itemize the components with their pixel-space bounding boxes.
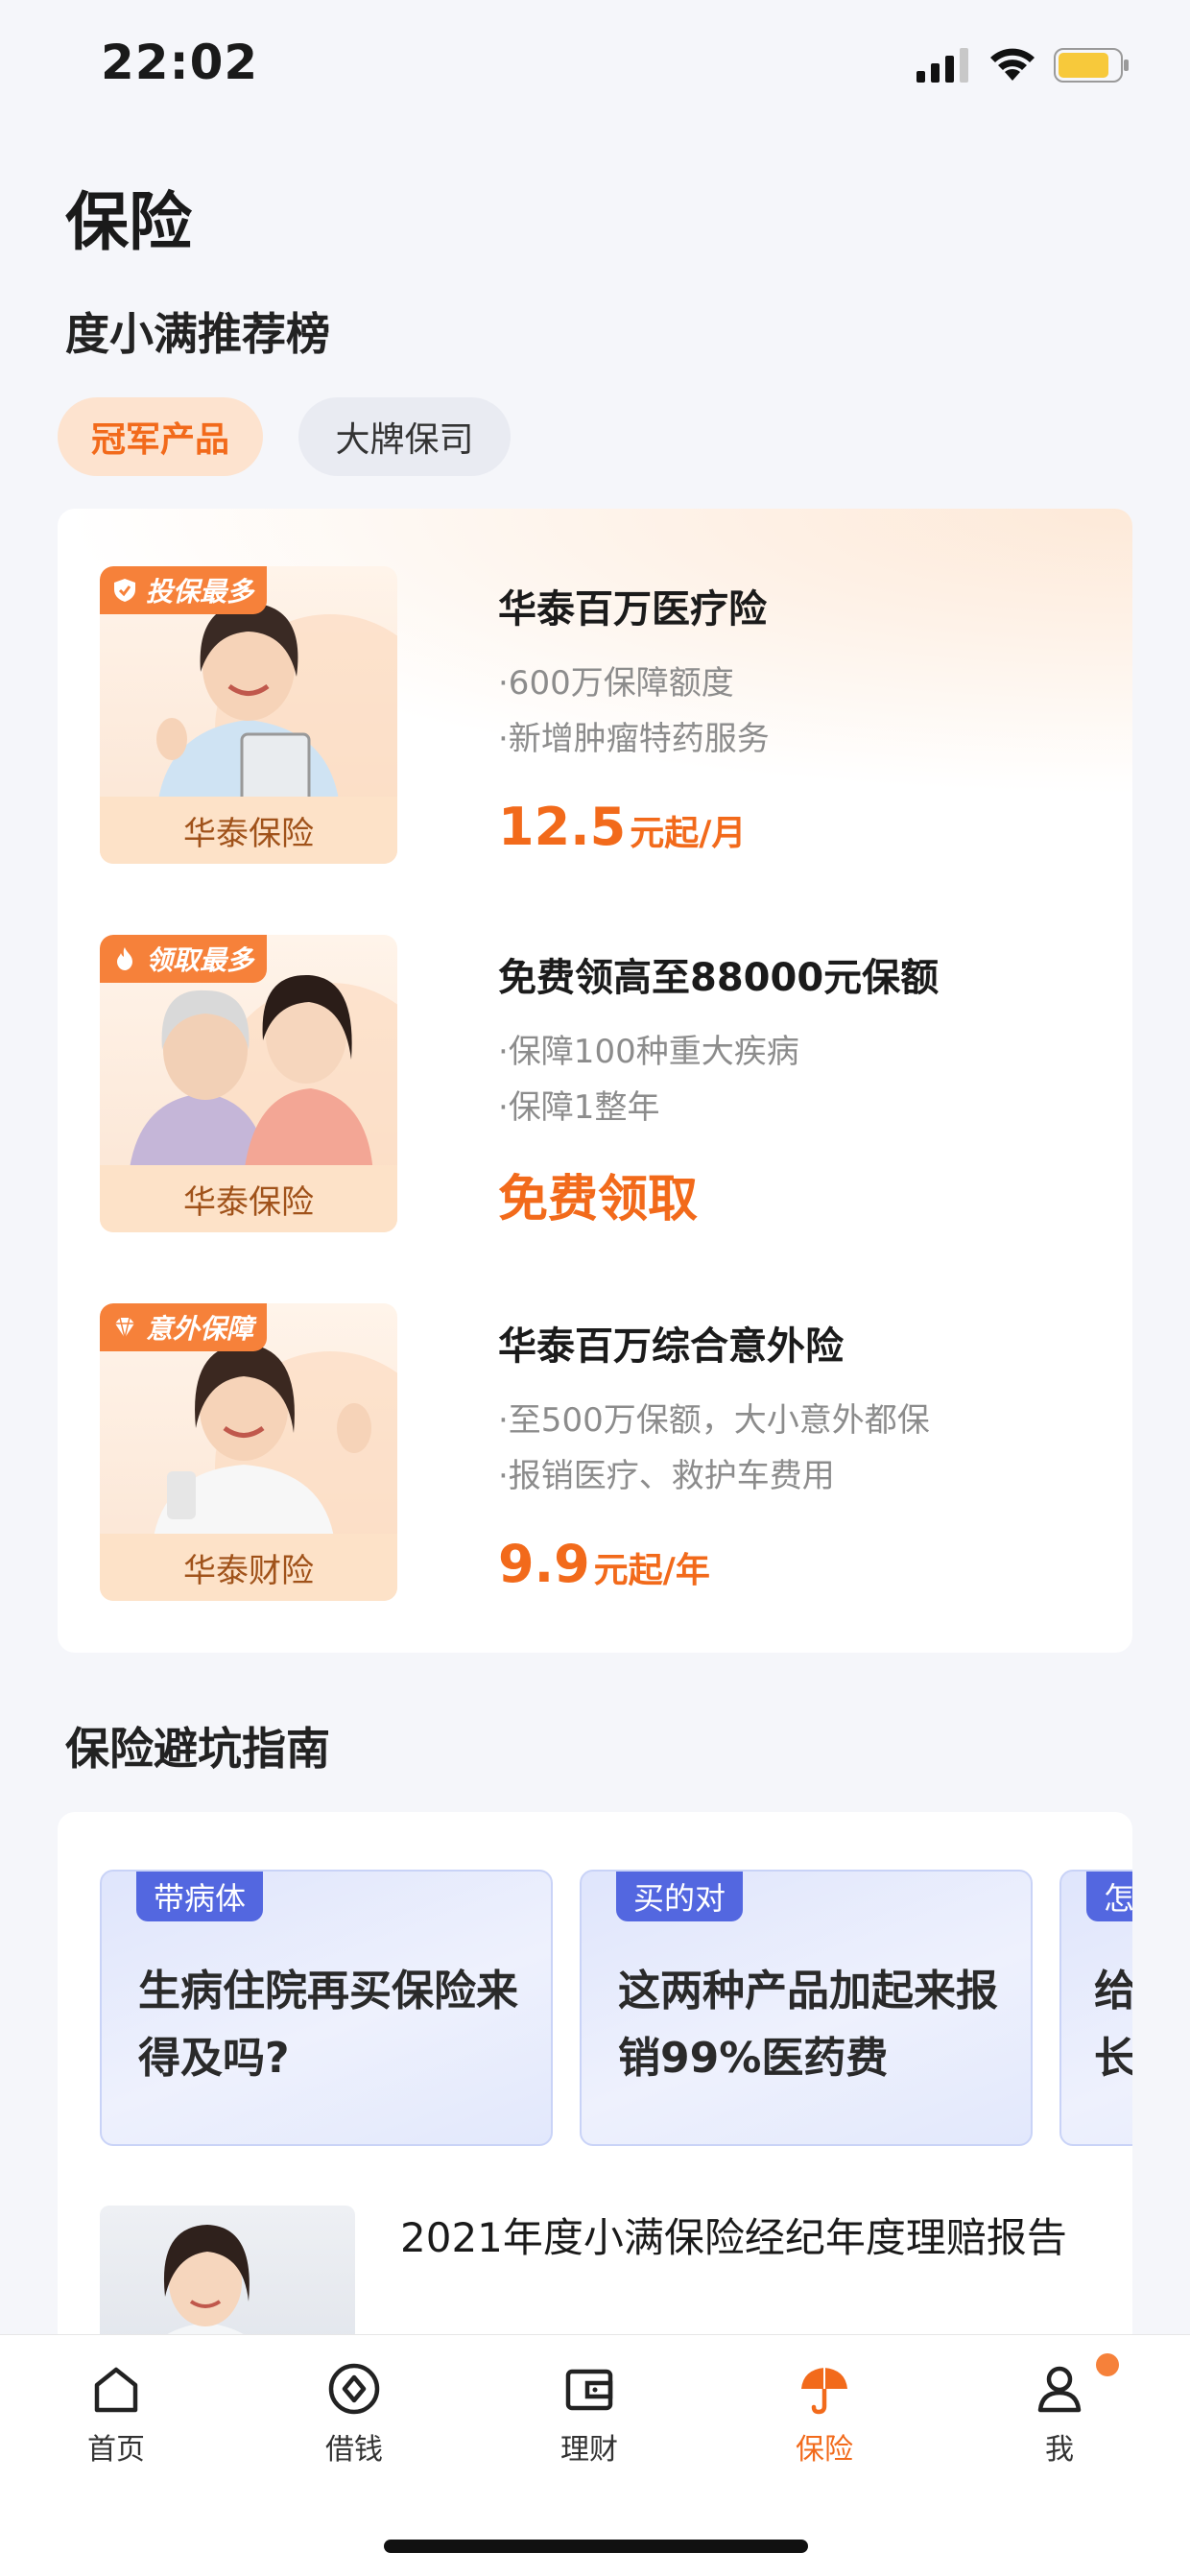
umbrella-icon [801,2368,847,2415]
product-feature: ·保障100种重大疾病 [498,1033,799,1071]
product-badge: 领取最多 [100,935,268,983]
free-claim-label: 免费领取 [498,1171,699,1228]
tile-text: 生病住院再买保险来得及吗? [138,1967,518,2083]
battery-icon [1054,48,1129,83]
tab-insurance[interactable]: 保险 [748,2354,901,2489]
article-title[interactable]: 2021年度小满保险经纪年度理赔报告 [400,2204,1091,2273]
loan-icon [328,2363,380,2415]
tile-tag: 怎 [1086,1872,1132,1921]
status-time: 22:02 [101,35,259,90]
chip-champion-products[interactable]: 冠军产品 [58,397,263,476]
product-name: 免费领高至88000元保额 [498,956,940,1000]
person-icon [1037,2366,1082,2413]
flame-icon [117,947,132,970]
guide-section-title: 保险避坑指南 [65,1723,330,1775]
product-thumbnail: 意外保障 华泰财险 [100,1303,397,1601]
price-unit: 元起/年 [593,1551,710,1590]
price-value: 9.9 [498,1534,590,1594]
tab-label: 借钱 [325,2433,383,2467]
wifi-icon [990,48,1035,81]
product-thumbnail: 领取最多 华泰保险 [100,935,397,1232]
product-company: 华泰保险 [100,797,397,864]
tab-label: 理财 [560,2433,618,2467]
tab-loan[interactable]: 借钱 [277,2354,431,2489]
price-unit: 元起/月 [630,814,747,853]
product-item-critical-illness[interactable]: 领取最多 华泰保险 免费领高至88000元保额 ·保障100种重大疾病 ·保障1… [100,935,1098,1232]
tab-wealth[interactable]: 理财 [512,2354,666,2489]
guide-tile[interactable]: 怎 给长 [1059,1870,1132,2146]
home-icon [94,2367,138,2413]
tile-tag: 带病体 [136,1872,264,1921]
signal-icon [916,48,968,83]
diamond-icon [115,1317,134,1339]
tile-text: 这两种产品加起来报销99%医药费 [618,1967,998,2083]
product-name: 华泰百万综合意外险 [498,1324,844,1369]
tile-tag: 买的对 [616,1872,744,1921]
product-badge: 意外保障 [100,1303,268,1351]
product-feature: ·报销医疗、救护车费用 [498,1457,835,1495]
chip-big-brand-insurers[interactable]: 大牌保司 [298,397,511,476]
tab-label: 我 [1045,2433,1074,2467]
tab-home[interactable]: 首页 [39,2354,193,2489]
product-company: 华泰保险 [100,1165,397,1232]
home-indicator[interactable] [384,2540,808,2553]
tab-label: 保险 [796,2433,853,2467]
product-name: 华泰百万医疗险 [498,587,767,632]
product-feature: ·至500万保额，大小意外都保 [498,1401,930,1440]
recommend-section-title: 度小满推荐榜 [65,308,330,360]
tab-label: 首页 [87,2433,145,2467]
status-bar: 22:02 [0,0,1190,134]
shield-check-icon [114,579,135,602]
product-company: 华泰财险 [100,1534,397,1601]
product-badge: 投保最多 [100,566,268,614]
guide-tile[interactable]: 带病体 生病住院再买保险来得及吗? [100,1870,553,2146]
price-value: 12.5 [498,797,627,857]
wallet-icon [565,2369,613,2411]
product-thumbnail: 投保最多 华泰保险 [100,566,397,864]
product-item-accident[interactable]: 意外保障 华泰财险 华泰百万综合意外险 ·至500万保额，大小意外都保 ·报销医… [100,1303,1098,1601]
product-feature: ·新增肿瘤特药服务 [498,720,770,758]
guide-tile[interactable]: 买的对 这两种产品加起来报销99%医药费 [580,1870,1033,2146]
tile-text: 给长 [1094,1967,1132,2083]
page-title: 保险 [65,185,192,259]
recommend-card: 投保最多 华泰保险 华泰百万医疗险 ·600万保障额度 ·新增肿瘤特药服务 12… [58,509,1132,1653]
product-price: 12.5 元起/月 [498,797,746,857]
product-feature: ·600万保障额度 [498,664,734,703]
product-feature: ·保障1整年 [498,1088,660,1127]
product-price: 9.9 元起/年 [498,1534,710,1594]
product-item-medical[interactable]: 投保最多 华泰保险 华泰百万医疗险 ·600万保障额度 ·新增肿瘤特药服务 12… [100,566,1098,864]
notification-dot [1096,2353,1119,2376]
